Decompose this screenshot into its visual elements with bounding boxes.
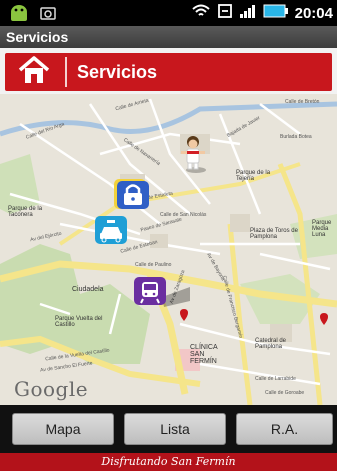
place-label: Parque Media Luna: [312, 220, 332, 238]
clock: 20:04: [294, 5, 333, 22]
ar-button[interactable]: R.A.: [236, 413, 333, 445]
lock-icon: [114, 179, 154, 213]
button-bar: Mapa Lista R.A.: [0, 405, 337, 453]
marker-taxi[interactable]: [95, 216, 129, 246]
taxi-icon: [95, 216, 129, 250]
home-icon: [17, 55, 51, 90]
battery-icon: [263, 3, 289, 24]
map-pin[interactable]: [180, 308, 188, 321]
marker-person[interactable]: [178, 134, 208, 174]
status-bar: 20:04: [0, 0, 337, 26]
list-button[interactable]: Lista: [124, 413, 226, 445]
android-icon: [8, 3, 30, 28]
place-label: Parque de la Tejería: [236, 170, 271, 182]
place-label: Parque de la Taconera: [8, 206, 43, 218]
street-label: Calle de San Nicolás: [160, 212, 207, 218]
header-divider: [65, 57, 67, 87]
marker-train[interactable]: [134, 277, 192, 311]
street-label: Calle de Paulino: [135, 262, 172, 268]
street-label: Calle de Goroabe: [265, 390, 305, 396]
sync-icon: [217, 3, 233, 24]
person-icon: [178, 136, 208, 178]
page-title: Servicios: [77, 62, 158, 82]
place-label: Parque Vuelta del Castillo: [55, 316, 103, 328]
map-view[interactable]: Calle de Arrieta Calle de Navarrería Cal…: [0, 94, 337, 405]
image-icon: [40, 6, 56, 25]
map-pin-icon: [320, 312, 328, 329]
place-label: CLÍNICA SAN FERMÍN: [190, 344, 218, 365]
street-label: Burlada Botea: [280, 134, 312, 140]
place-label: Ciudadela: [72, 286, 104, 293]
google-logo: Google: [14, 377, 89, 401]
home-button[interactable]: [5, 53, 63, 91]
place-label: Catedral de Pamplona: [255, 338, 287, 350]
marker-lock[interactable]: [114, 179, 154, 209]
map-button[interactable]: Mapa: [12, 413, 114, 445]
header: Servicios: [0, 48, 337, 94]
street-label: Calle de Larrabide: [255, 376, 296, 382]
place-label: Plaza de Toros de Pamplona: [250, 228, 298, 240]
street-label: Calle de Bretón: [285, 99, 320, 105]
footer-tagline: Disfrutando San Fermín: [0, 453, 337, 471]
wifi-icon: [191, 3, 211, 24]
map-pin[interactable]: [320, 312, 328, 325]
map-pin-icon: [180, 308, 188, 325]
header-bar: Servicios: [5, 53, 332, 91]
app-title: Servicios: [0, 26, 337, 48]
signal-icon: [239, 3, 257, 24]
